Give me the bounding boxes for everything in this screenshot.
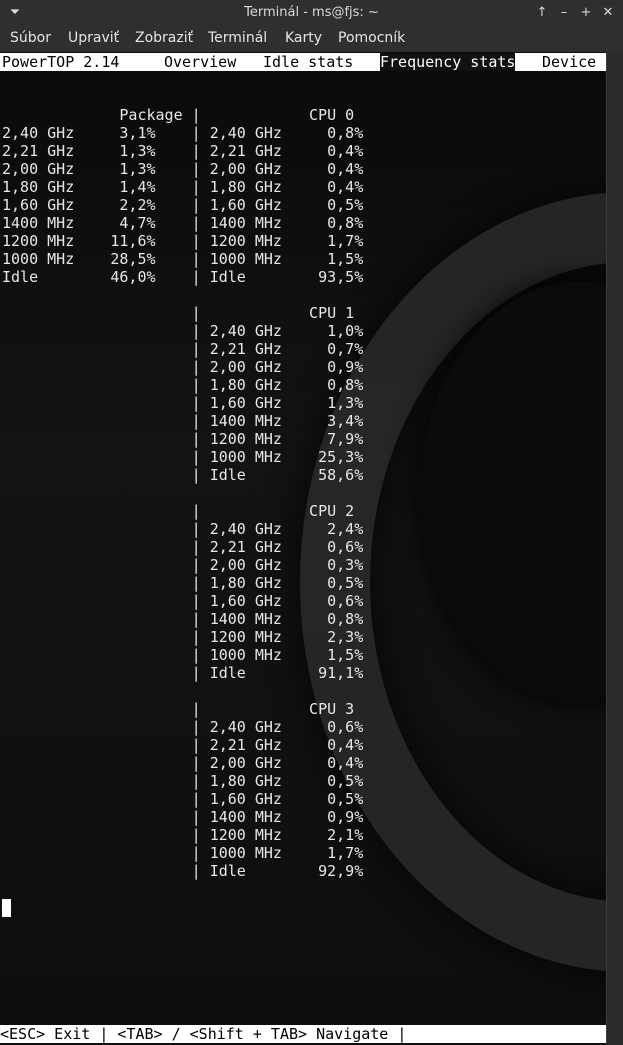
terminal-line: | CPU 3 xyxy=(2,700,355,718)
terminal-line: 2,40 GHz 3,1% | 2,40 GHz 0,8% xyxy=(2,124,364,142)
terminal-line: | 1400 MHz 0,8% xyxy=(2,610,364,628)
terminal-line: | 1200 MHz 2,3% xyxy=(2,628,364,646)
menu-terminal[interactable]: Terminál xyxy=(208,30,267,46)
terminal-line: | 2,40 GHz 2,4% xyxy=(2,520,364,538)
terminal-line: 2,21 GHz 1,3% | 2,21 GHz 0,4% xyxy=(2,142,364,160)
terminal-line: | 1200 MHz 2,1% xyxy=(2,826,364,844)
powertop-tab-bar: PowerTOP 2.14 Overview Idle stats Freque… xyxy=(0,53,606,71)
text-cursor xyxy=(2,899,11,917)
terminal-line: 1400 MHz 4,7% | 1400 MHz 0,8% xyxy=(2,214,364,232)
terminal-line: 1,60 GHz 2,2% | 1,60 GHz 0,5% xyxy=(2,196,364,214)
tab-frequency-stats[interactable]: Frequency stats xyxy=(380,53,516,71)
terminal-line: | 1000 MHz 25,3% xyxy=(2,448,364,466)
terminal-line: | CPU 2 xyxy=(2,502,355,520)
window-titlebar: ⏷ Terminál - ms@fjs: ~ ↑ – + ✕ xyxy=(0,0,623,26)
menu-subor[interactable]: Súbor xyxy=(10,30,51,46)
terminal-line: | 1,80 GHz 0,5% xyxy=(2,772,364,790)
terminal-line: 1,80 GHz 1,4% | 1,80 GHz 0,4% xyxy=(2,178,364,196)
terminal-line: | 1,80 GHz 0,8% xyxy=(2,376,364,394)
terminal-line: | 1400 MHz 0,9% xyxy=(2,808,364,826)
menu-upravit[interactable]: Upraviť xyxy=(68,30,119,46)
terminal-line: | Idle 91,1% xyxy=(2,664,364,682)
terminal-line: | 2,00 GHz 0,9% xyxy=(2,358,364,376)
menu-zobrazit[interactable]: Zobraziť xyxy=(135,30,193,46)
terminal-line: | 1000 MHz 1,5% xyxy=(2,646,364,664)
terminal-line: | 1,80 GHz 0,5% xyxy=(2,574,364,592)
menu-karty[interactable]: Karty xyxy=(285,30,322,46)
tab-device[interactable]: Device xyxy=(542,53,596,71)
menu-pomocnik[interactable]: Pomocník xyxy=(338,30,405,46)
terminal-line: | 1,60 GHz 1,3% xyxy=(2,394,364,412)
terminal-line: | 2,00 GHz 0,3% xyxy=(2,556,364,574)
terminal-line: | 1,60 GHz 0,5% xyxy=(2,790,364,808)
terminal-line: Package | CPU 0 xyxy=(2,106,355,124)
terminal-line: | 2,40 GHz 1,0% xyxy=(2,322,364,340)
tab-overview[interactable]: Overview xyxy=(164,53,236,71)
terminal-line: Idle 46,0% | Idle 93,5% xyxy=(2,268,364,286)
key-help-footer: <ESC> Exit | <TAB> / <Shift + TAB> Navig… xyxy=(0,1025,606,1043)
terminal-line: 1200 MHz 11,6% | 1200 MHz 1,7% xyxy=(2,232,364,250)
terminal-line: | 2,00 GHz 0,4% xyxy=(2,754,364,772)
maximize-icon[interactable]: + xyxy=(577,4,595,22)
terminal-line: | 1200 MHz 7,9% xyxy=(2,430,364,448)
menu-bar: Súbor Upraviť Zobraziť Terminál Karty Po… xyxy=(0,26,623,52)
terminal-line: | Idle 92,9% xyxy=(2,862,364,880)
terminal-line: | 1400 MHz 3,4% xyxy=(2,412,364,430)
terminal-line: 1000 MHz 28,5% | 1000 MHz 1,5% xyxy=(2,250,364,268)
terminal-line: | 2,40 GHz 0,6% xyxy=(2,718,364,736)
tab-idle-stats[interactable]: Idle stats xyxy=(263,53,353,71)
terminal-line: | 2,21 GHz 0,4% xyxy=(2,736,364,754)
terminal-line: 2,00 GHz 1,3% | 2,00 GHz 0,4% xyxy=(2,160,364,178)
keep-above-icon[interactable]: ↑ xyxy=(533,4,551,22)
terminal-line: | 1000 MHz 1,7% xyxy=(2,844,364,862)
terminal-line: | 1,60 GHz 0,6% xyxy=(2,592,364,610)
close-icon[interactable]: ✕ xyxy=(599,4,617,22)
window-title: Terminál - ms@fjs: ~ xyxy=(244,5,379,20)
terminal-line: | CPU 1 xyxy=(2,304,355,322)
terminal-scrollbar[interactable] xyxy=(606,52,623,1045)
app-name: PowerTOP 2.14 xyxy=(2,53,120,71)
terminal-line: | 2,21 GHz 0,7% xyxy=(2,340,364,358)
terminal-line: | 2,21 GHz 0,6% xyxy=(2,538,364,556)
terminal-line: | Idle 58,6% xyxy=(2,466,364,484)
minimize-icon[interactable]: – xyxy=(555,4,573,22)
